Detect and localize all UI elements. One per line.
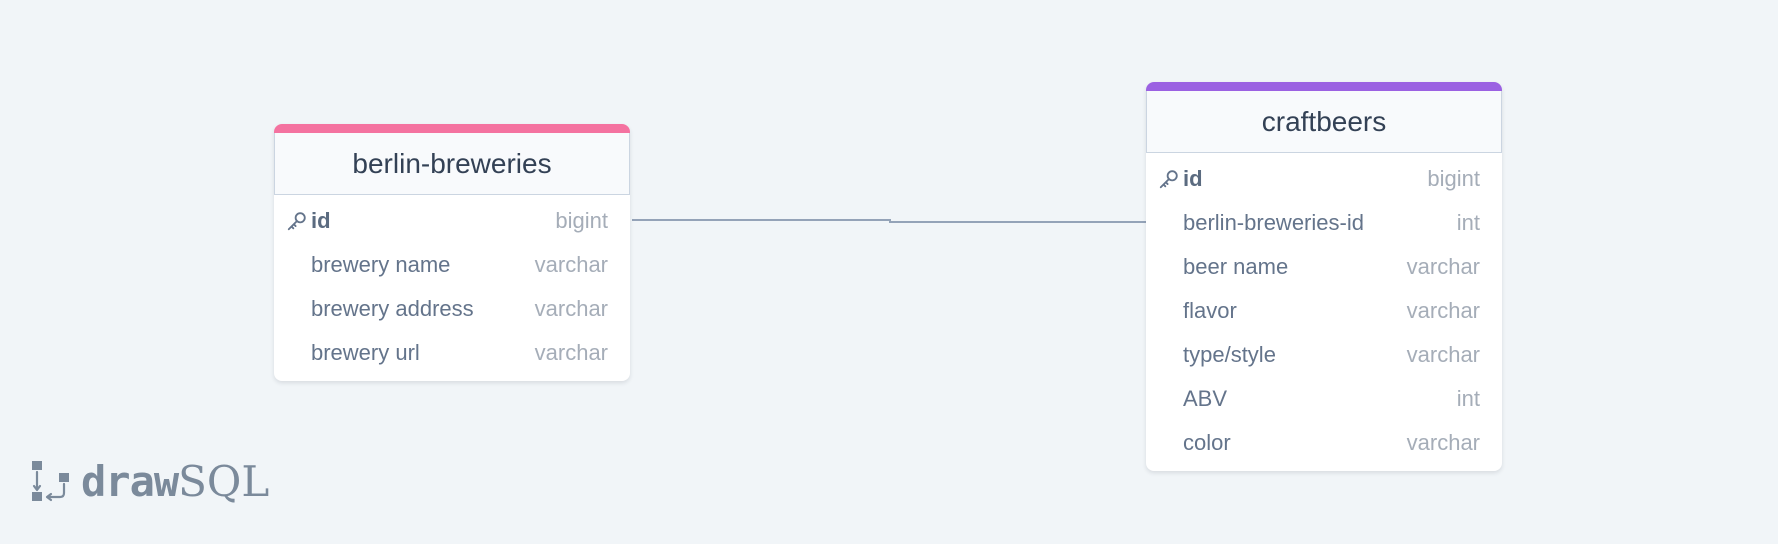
table-accent-bar <box>1146 82 1502 91</box>
column-row[interactable]: ABV int <box>1146 377 1502 421</box>
column-type: varchar <box>1406 298 1480 323</box>
column-type: int <box>1456 210 1480 235</box>
column-row[interactable]: flavor varchar <box>1146 289 1502 333</box>
table-header[interactable]: berlin-breweries <box>274 133 630 195</box>
column-row[interactable]: id bigint <box>274 199 630 243</box>
column-name: berlin-breweries-id <box>1183 210 1364 235</box>
column-row[interactable]: beer name varchar <box>1146 245 1502 289</box>
drawsql-logo[interactable]: draw SQL <box>31 456 269 506</box>
table-columns: id bigint berlin-breweries-id int beer n… <box>1146 153 1502 471</box>
column-type: int <box>1456 386 1480 411</box>
key-icon <box>1158 168 1183 190</box>
column-row[interactable]: berlin-breweries-id int <box>1146 201 1502 245</box>
table-berlin-breweries[interactable]: berlin-breweries id bigint brewery name … <box>274 124 630 381</box>
column-row[interactable]: id bigint <box>1146 157 1502 201</box>
column-row[interactable]: type/style varchar <box>1146 333 1502 377</box>
drawsql-logo-icon <box>32 461 69 502</box>
table-accent-bar <box>274 124 630 133</box>
column-name: id <box>311 208 331 233</box>
column-type: varchar <box>534 252 608 277</box>
column-row[interactable]: brewery name varchar <box>274 243 630 287</box>
column-type: varchar <box>1406 430 1480 455</box>
table-title: craftbeers <box>1261 105 1387 137</box>
column-name: type/style <box>1183 342 1276 367</box>
diagram-canvas[interactable]: berlin-breweries id bigint brewery name … <box>0 0 1778 544</box>
column-name: ABV <box>1183 386 1228 411</box>
column-row[interactable]: color varchar <box>1146 421 1502 465</box>
column-type: varchar <box>1406 342 1480 367</box>
column-name: color <box>1183 430 1231 455</box>
table-craftbeers[interactable]: craftbeers id bigint berlin-breweries-id… <box>1146 82 1502 471</box>
logo-text-sql: SQL <box>178 456 270 506</box>
column-type: bigint <box>1427 166 1480 191</box>
column-name: id <box>1183 166 1203 191</box>
column-name: flavor <box>1183 298 1237 323</box>
logo-text-draw: draw <box>81 456 179 506</box>
column-row[interactable]: brewery address varchar <box>274 287 630 331</box>
key-icon <box>286 210 311 232</box>
column-name: brewery url <box>311 340 420 365</box>
column-row[interactable]: brewery url varchar <box>274 331 630 375</box>
table-columns: id bigint brewery name varchar brewery a… <box>274 195 630 381</box>
column-name: beer name <box>1183 254 1289 279</box>
column-type: varchar <box>534 340 608 365</box>
column-name: brewery address <box>311 296 474 321</box>
column-name: brewery name <box>311 252 451 277</box>
column-type: varchar <box>1406 254 1480 279</box>
table-header[interactable]: craftbeers <box>1146 91 1502 153</box>
table-title: berlin-breweries <box>352 147 552 179</box>
column-type: bigint <box>555 208 608 233</box>
column-type: varchar <box>534 296 608 321</box>
